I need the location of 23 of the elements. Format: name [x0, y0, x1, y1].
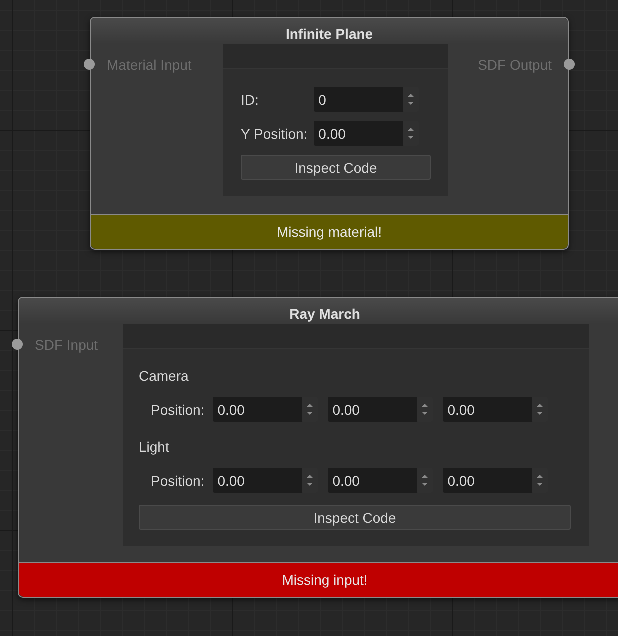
field-label: ID:	[241, 92, 260, 108]
number-field[interactable]: 0	[314, 87, 403, 112]
number-field[interactable]: 0.00	[442, 397, 532, 422]
port-handle[interactable]	[84, 59, 95, 70]
field-label: Position:	[150, 402, 205, 420]
field-label: Position:	[150, 472, 205, 490]
inspect-code-button[interactable]: Inspect Code	[241, 155, 431, 180]
node-title: Infinite Plane	[286, 25, 374, 44]
inspect-code-button[interactable]: Inspect Code	[139, 505, 571, 530]
section-heading: Light	[139, 438, 170, 457]
node-title: Ray March	[290, 305, 360, 324]
number-field[interactable]: 0.00	[328, 468, 417, 493]
port-handle[interactable]	[564, 59, 575, 70]
port-handle[interactable]	[12, 339, 23, 350]
number-field[interactable]: 0.00	[212, 468, 302, 493]
number-field[interactable]: 0.00	[212, 397, 302, 422]
status-bar: Missing material!	[91, 214, 568, 249]
number-field[interactable]: 0.00	[442, 468, 532, 493]
number-field[interactable]: 0.00	[314, 121, 403, 146]
number-field[interactable]: 0.00	[328, 397, 417, 422]
field-label: Y Position:	[241, 126, 308, 142]
status-bar: Missing input!	[19, 562, 618, 597]
section-heading: Camera	[139, 367, 190, 386]
